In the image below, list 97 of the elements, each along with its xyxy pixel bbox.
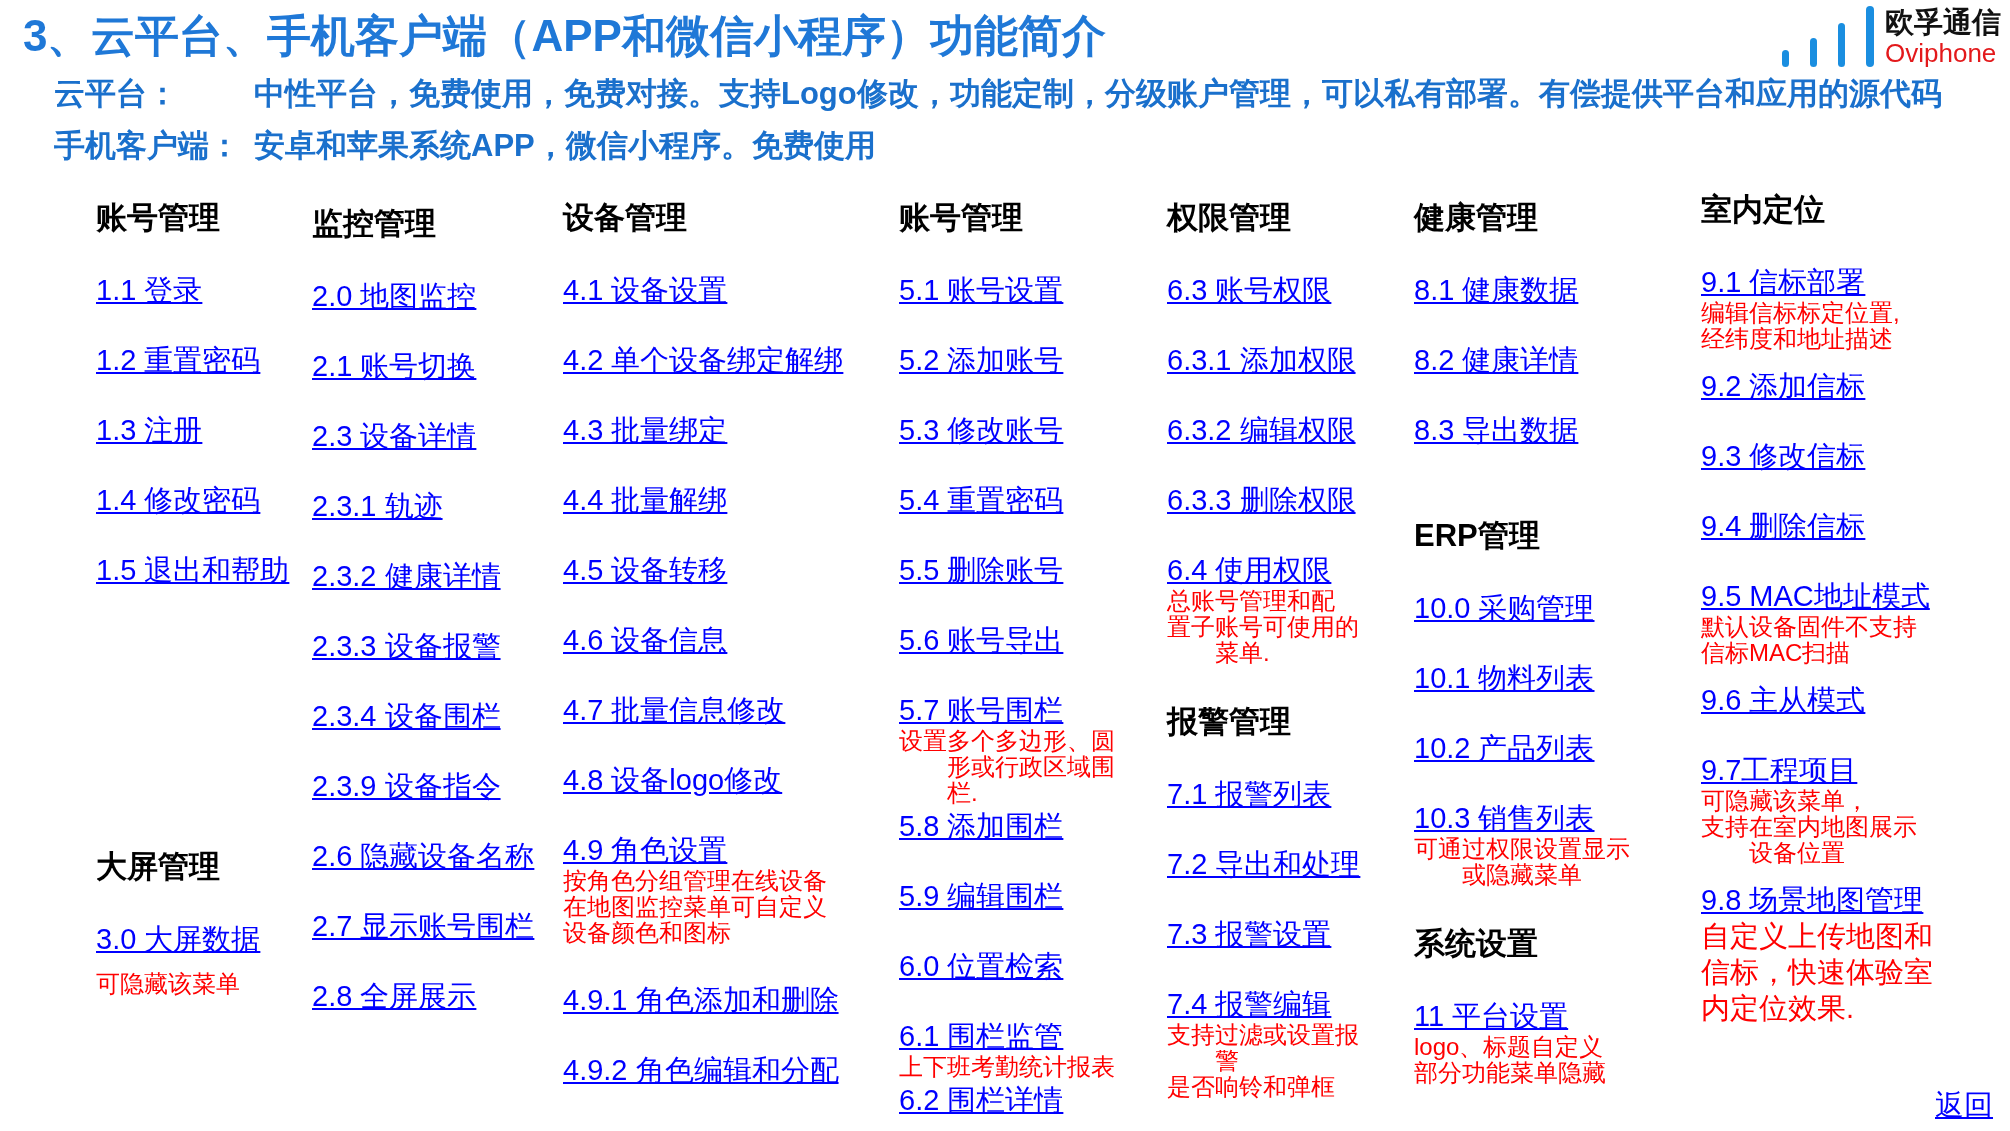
section-heading: 健康管理 (1414, 199, 1538, 237)
menu-link[interactable]: 2.3.4 设备围栏 (312, 698, 501, 734)
menu-link[interactable]: 2.1 账号切换 (312, 348, 477, 384)
menu-link[interactable]: 2.8 全屏展示 (312, 978, 477, 1014)
note-text: 按角色分组管理在线设备 在地图监控菜单可自定义 设备颜色和图标 (563, 868, 827, 946)
menu-link[interactable]: 1.1 登录 (96, 272, 203, 308)
menu-link[interactable]: 1.4 修改密码 (96, 482, 261, 518)
menu-link[interactable]: 2.3.3 设备报警 (312, 628, 501, 664)
intro-text: 安卓和苹果系统APP，微信小程序。免费使用 (254, 127, 876, 165)
section-heading: 报警管理 (1167, 703, 1291, 741)
note-text: 可通过权限设置显示或隐藏菜单 (1414, 836, 1631, 888)
menu-link[interactable]: 4.6 设备信息 (563, 622, 728, 658)
section-heading: 监控管理 (312, 205, 436, 243)
menu-link[interactable]: 7.4 报警编辑 (1167, 986, 1332, 1022)
menu-link[interactable]: 10.0 采购管理 (1414, 590, 1595, 626)
menu-link[interactable]: 4.9.1 角色添加和删除 (563, 982, 839, 1018)
menu-link[interactable]: 3.0 大屏数据 (96, 921, 261, 957)
menu-link[interactable]: 5.4 重置密码 (899, 482, 1064, 518)
menu-link[interactable]: 8.3 导出数据 (1414, 412, 1579, 448)
intro-label: 云平台： (54, 75, 178, 113)
intro-label: 手机客户端： (54, 127, 240, 165)
section-heading: 账号管理 (899, 199, 1023, 237)
menu-link[interactable]: 2.3.2 健康详情 (312, 558, 501, 594)
section-heading: 设备管理 (563, 199, 687, 237)
menu-link[interactable]: 9.5 MAC地址模式 (1701, 578, 1930, 614)
menu-link[interactable]: 1.5 退出和帮助 (96, 552, 290, 588)
menu-link[interactable]: 5.1 账号设置 (899, 272, 1064, 308)
note-text: logo、标题自定义 部分功能菜单隐藏 (1414, 1034, 1606, 1086)
menu-link[interactable]: 9.3 修改信标 (1701, 438, 1866, 474)
menu-link[interactable]: 6.3.3 删除权限 (1167, 482, 1356, 518)
menu-link[interactable]: 6.1 围栏监管 (899, 1018, 1064, 1054)
menu-link[interactable]: 4.1 设备设置 (563, 272, 728, 308)
signal-bars-icon (1782, 6, 1874, 67)
slide-title: 3、云平台、手机客户端（APP和微信小程序）功能简介 (23, 10, 1106, 62)
section-heading: ERP管理 (1414, 517, 1540, 555)
intro-text: 中性平台，免费使用，免费对接。支持Logo修改，功能定制，分级账户管理，可以私有部署。有偿提供平台和应用的源代码 (254, 75, 1942, 113)
brand-name: 欧孚通信 (1885, 5, 2001, 39)
menu-link[interactable]: 9.6 主从模式 (1701, 682, 1866, 718)
menu-link[interactable]: 2.3.1 轨迹 (312, 488, 443, 524)
menu-link[interactable]: 4.9.2 角色编辑和分配 (563, 1052, 839, 1088)
menu-link[interactable]: 2.3 设备详情 (312, 418, 477, 454)
menu-link[interactable]: 8.1 健康数据 (1414, 272, 1579, 308)
section-heading: 权限管理 (1167, 199, 1291, 237)
menu-link[interactable]: 7.3 报警设置 (1167, 916, 1332, 952)
menu-link[interactable]: 10.3 销售列表 (1414, 800, 1595, 836)
menu-link[interactable]: 6.0 位置检索 (899, 948, 1064, 984)
menu-link[interactable]: 2.6 隐藏设备名称 (312, 838, 535, 874)
menu-link[interactable]: 6.2 围栏详情 (899, 1082, 1064, 1118)
menu-link[interactable]: 10.2 产品列表 (1414, 730, 1595, 766)
section-heading: 账号管理 (96, 199, 220, 237)
note-text: 可隐藏该菜单 (96, 971, 240, 997)
menu-link[interactable]: 4.7 批量信息修改 (563, 692, 786, 728)
menu-link[interactable]: 10.1 物料列表 (1414, 660, 1595, 696)
brand-latin-name: Oviphone (1885, 39, 1997, 67)
menu-link[interactable]: 5.5 删除账号 (899, 552, 1064, 588)
menu-link[interactable]: 5.2 添加账号 (899, 342, 1064, 378)
callout-text: 自定义上传地图和信标，快速体验室内定位效果. (1701, 919, 1934, 1026)
menu-link[interactable]: 5.6 账号导出 (899, 622, 1064, 658)
menu-link[interactable]: 4.2 单个设备绑定解绑 (563, 342, 844, 378)
menu-link[interactable]: 6.3.2 编辑权限 (1167, 412, 1356, 448)
menu-link[interactable]: 9.2 添加信标 (1701, 368, 1866, 404)
note-text: 编辑信标标定位置, 经纬度和地址描述 (1701, 300, 1900, 352)
menu-link[interactable]: 5.9 编辑围栏 (899, 878, 1064, 914)
menu-link[interactable]: 9.4 删除信标 (1701, 508, 1866, 544)
section-heading: 系统设置 (1414, 925, 1538, 963)
menu-link[interactable]: 5.8 添加围栏 (899, 808, 1064, 844)
section-heading: 室内定位 (1701, 191, 1825, 229)
menu-link[interactable]: 11 平台设置 (1414, 998, 1569, 1034)
menu-link[interactable]: 4.9 角色设置 (563, 832, 728, 868)
note-text: 可隐藏该菜单， 支持在室内地图展示设备位置 (1701, 788, 1918, 866)
menu-link[interactable]: 8.2 健康详情 (1414, 342, 1579, 378)
menu-link[interactable]: 2.0 地图监控 (312, 278, 477, 314)
menu-link[interactable]: 9.7工程项目 (1701, 752, 1858, 788)
menu-link[interactable]: 6.3.1 添加权限 (1167, 342, 1356, 378)
menu-link[interactable]: 4.5 设备转移 (563, 552, 728, 588)
menu-link[interactable]: 9.1 信标部署 (1701, 264, 1866, 300)
section-heading: 大屏管理 (96, 848, 220, 886)
back-link[interactable]: 返回 (1935, 1087, 1993, 1123)
note-text: 总账号管理和配 置子账号可使用的菜单. (1167, 588, 1360, 666)
menu-link[interactable]: 9.8 场景地图管理 (1701, 882, 1924, 918)
menu-link[interactable]: 1.3 注册 (96, 412, 203, 448)
menu-link[interactable]: 6.4 使用权限 (1167, 552, 1332, 588)
menu-link[interactable]: 7.2 导出和处理 (1167, 846, 1361, 882)
note-text: 默认设备固件不支持 信标MAC扫描 (1701, 614, 1917, 666)
note-text: 设置多个多边形、圆形或行政区域围栏. (899, 728, 1116, 806)
menu-link[interactable]: 4.4 批量解绑 (563, 482, 728, 518)
menu-link[interactable]: 4.3 批量绑定 (563, 412, 728, 448)
menu-link[interactable]: 1.2 重置密码 (96, 342, 261, 378)
menu-link[interactable]: 7.1 报警列表 (1167, 776, 1332, 812)
menu-link[interactable]: 4.8 设备logo修改 (563, 762, 783, 798)
menu-link[interactable]: 2.7 显示账号围栏 (312, 908, 535, 944)
note-text: 支持过滤或设置报警 是否响铃和弹框 (1167, 1022, 1360, 1100)
menu-link[interactable]: 5.7 账号围栏 (899, 692, 1064, 728)
note-text: 上下班考勤统计报表 (899, 1054, 1115, 1080)
menu-link[interactable]: 6.3 账号权限 (1167, 272, 1332, 308)
menu-link[interactable]: 5.3 修改账号 (899, 412, 1064, 448)
menu-link[interactable]: 2.3.9 设备指令 (312, 768, 501, 804)
